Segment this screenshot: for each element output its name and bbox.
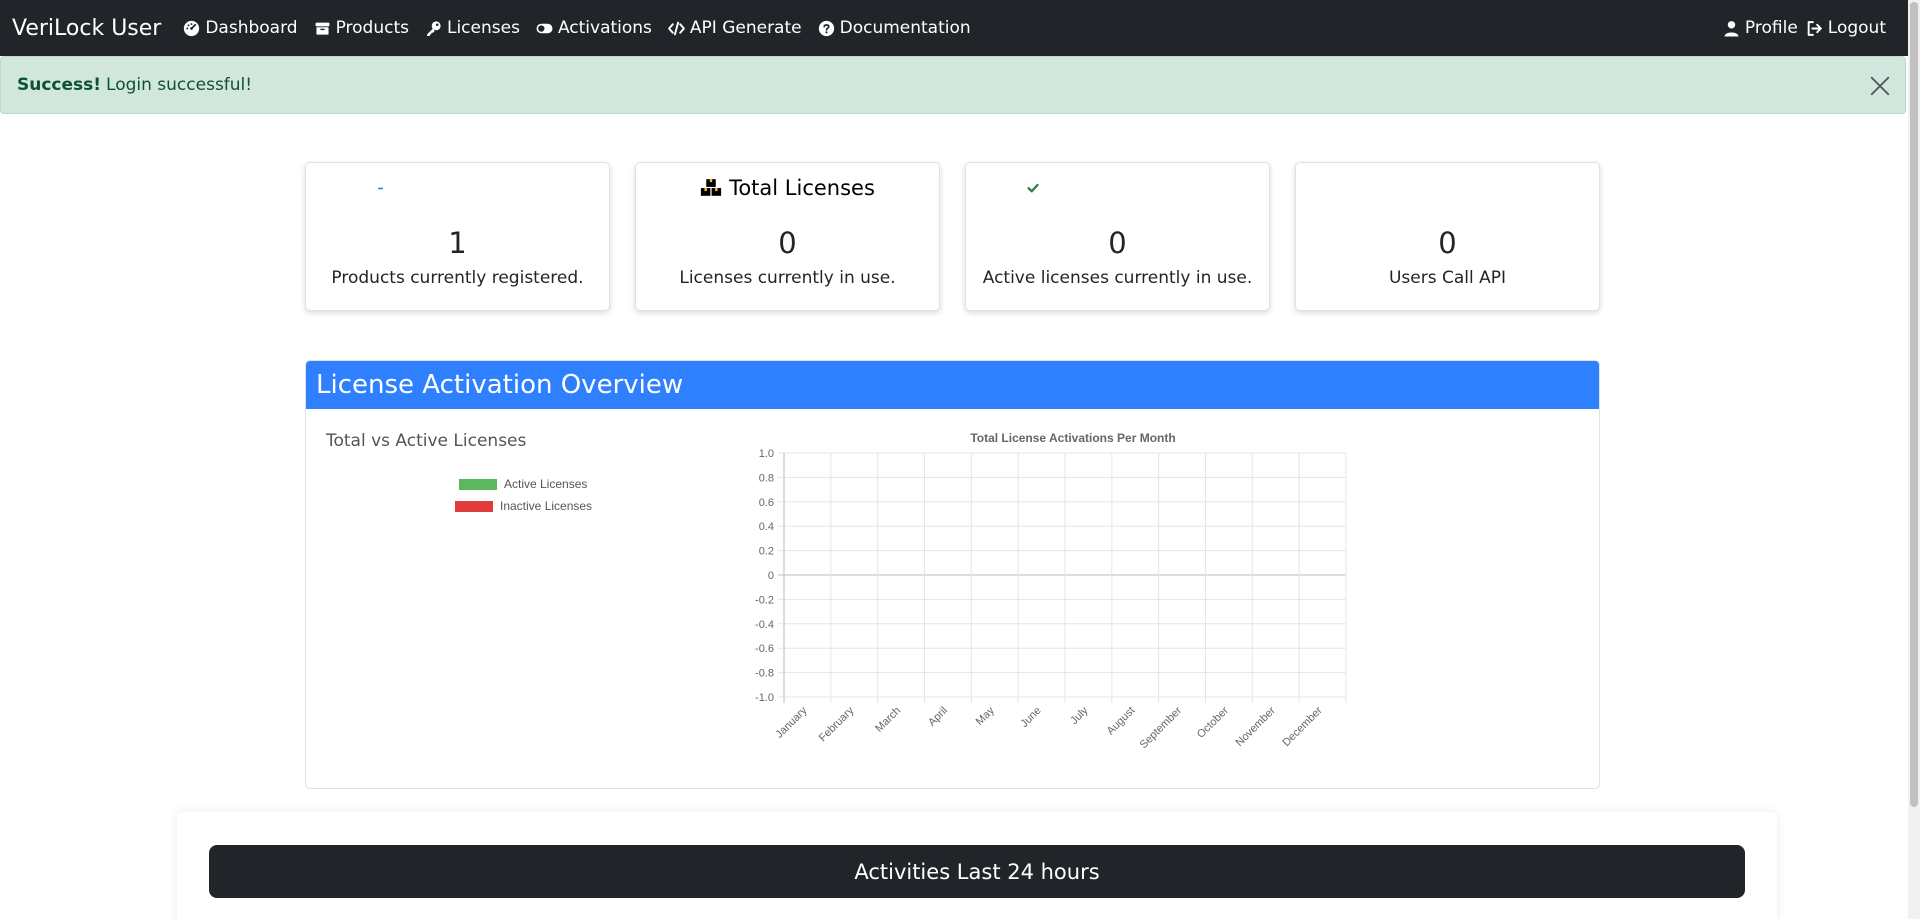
y-tick-label: 1.0: [759, 448, 774, 460]
active-licenses-title: Active Licenses: [1050, 175, 1212, 200]
total-products-header: Total Products: [306, 163, 609, 212]
activations-per-month-chart: Total License Activations Per Month 1.0 0.…: [755, 431, 1347, 751]
x-tick-label: April: [926, 705, 950, 729]
y-tick-label: -0.6: [755, 643, 774, 655]
x-tick-label: January: [773, 704, 810, 741]
api-calls-card: API Calls 0 Users Call API: [1295, 162, 1600, 311]
code-icon: [668, 21, 685, 35]
nav-licenses-link[interactable]: Licenses: [425, 18, 520, 38]
total-licenses-header: Total Licenses: [636, 163, 939, 212]
key-icon: [427, 20, 441, 36]
x-tick-label: November: [1234, 704, 1279, 749]
y-tick-label: -0.8: [755, 668, 774, 680]
toggle-icon: [536, 23, 553, 33]
total-licenses-value: 0: [778, 226, 797, 260]
top-navbar: VeriLock User Dashboard Products License…: [0, 0, 1908, 56]
dashboard-gauge-icon: [184, 20, 200, 36]
box-icon: [373, 180, 389, 195]
y-tick-label: -0.2: [755, 594, 774, 606]
active-licenses-desc: Active licenses currently in use.: [982, 268, 1253, 288]
y-tick-label: -0.4: [755, 619, 774, 631]
x-tick-label: June: [1018, 705, 1043, 730]
api-calls-title: API Calls: [1413, 175, 1505, 200]
total-products-title: Total Products: [397, 175, 544, 200]
nav-activations-label: Activations: [557, 18, 652, 38]
nav-products-link[interactable]: Products: [314, 18, 409, 38]
nav-products-label: Products: [335, 18, 409, 38]
api-calls-desc: Users Call API: [1388, 268, 1507, 288]
overview-title: License Activation Overview: [306, 361, 1599, 409]
y-tick-label: 0: [768, 570, 774, 582]
total-licenses-desc: Licenses currently in use.: [679, 268, 896, 288]
active-licenses-value: 0: [1108, 226, 1127, 260]
page-scrollbar[interactable]: [1908, 0, 1920, 919]
boxes-icon: [700, 179, 722, 196]
x-tick-label: December: [1280, 704, 1325, 749]
total-licenses-title: Total Licenses: [729, 175, 875, 200]
x-tick-label: October: [1195, 704, 1231, 740]
nav-profile-link[interactable]: Profile: [1723, 18, 1798, 38]
close-icon[interactable]: [1869, 75, 1891, 97]
y-tick-label: 0.8: [759, 472, 774, 484]
nav-api-generate-link[interactable]: API Generate: [668, 18, 802, 38]
user-icon: [1724, 20, 1739, 36]
scrollbar-thumb[interactable]: [1910, 2, 1918, 807]
nav-dashboard-label: Dashboard: [205, 18, 298, 38]
api-calls-value: 0: [1438, 226, 1457, 260]
nav-logout-link[interactable]: Logout: [1806, 18, 1886, 38]
nav-logout-label: Logout: [1827, 18, 1886, 38]
y-tick-label: -1.0: [755, 692, 774, 704]
total-licenses-card: Total Licenses 0 Licenses currently in u…: [635, 162, 940, 311]
nav-dashboard-link[interactable]: Dashboard: [183, 18, 298, 38]
success-alert: Success! Login successful!: [0, 56, 1906, 114]
nav-right-links: Profile Logout: [1723, 18, 1886, 38]
active-licenses-card: Active Licenses 0 Active licenses curren…: [965, 162, 1270, 311]
y-tick-label: 0.4: [759, 521, 774, 533]
x-tick-label: July: [1068, 704, 1091, 727]
x-tick-label: September: [1138, 704, 1185, 751]
nav-api-generate-label: API Generate: [689, 18, 802, 38]
api-calls-header: API Calls: [1296, 163, 1599, 212]
box-icon: [315, 22, 329, 35]
total-products-desc: Products currently registered.: [331, 268, 584, 288]
total-products-card: Total Products 1 Products currently regi…: [305, 162, 610, 311]
logout-icon: [1807, 20, 1822, 36]
license-activation-overview-card: License Activation Overview Total vs Act…: [305, 360, 1600, 789]
x-tick-label: May: [974, 704, 998, 728]
nav-licenses-label: Licenses: [446, 18, 520, 38]
x-tick-label: February: [817, 704, 857, 744]
nav-activations-link[interactable]: Activations: [536, 18, 652, 38]
nav-documentation-label: Documentation: [839, 18, 971, 38]
y-tick-label: 0.2: [759, 546, 774, 558]
y-tick-label: 0.6: [759, 497, 774, 509]
check-circle-icon: [1023, 178, 1043, 197]
nav-profile-label: Profile: [1744, 18, 1798, 38]
alert-strong-text: Success!: [17, 75, 102, 95]
x-tick-label: August: [1105, 705, 1138, 738]
nav-documentation-link[interactable]: Documentation: [818, 18, 971, 38]
question-circle-icon: [818, 20, 834, 36]
nav-links: Dashboard Products Licenses Activations …: [183, 18, 971, 38]
total-products-value: 1: [448, 226, 467, 260]
active-licenses-header: Active Licenses: [966, 163, 1269, 212]
plug-icon: [1392, 177, 1406, 198]
brand-logo-text[interactable]: VeriLock User: [12, 16, 161, 41]
alert-message: Login successful!: [106, 75, 253, 95]
activities-title: Activities Last 24 hours: [209, 845, 1745, 898]
activities-card: Activities Last 24 hours: [177, 812, 1777, 919]
chart-title: Total License Activations Per Month: [970, 431, 1175, 445]
x-tick-label: March: [873, 705, 903, 735]
